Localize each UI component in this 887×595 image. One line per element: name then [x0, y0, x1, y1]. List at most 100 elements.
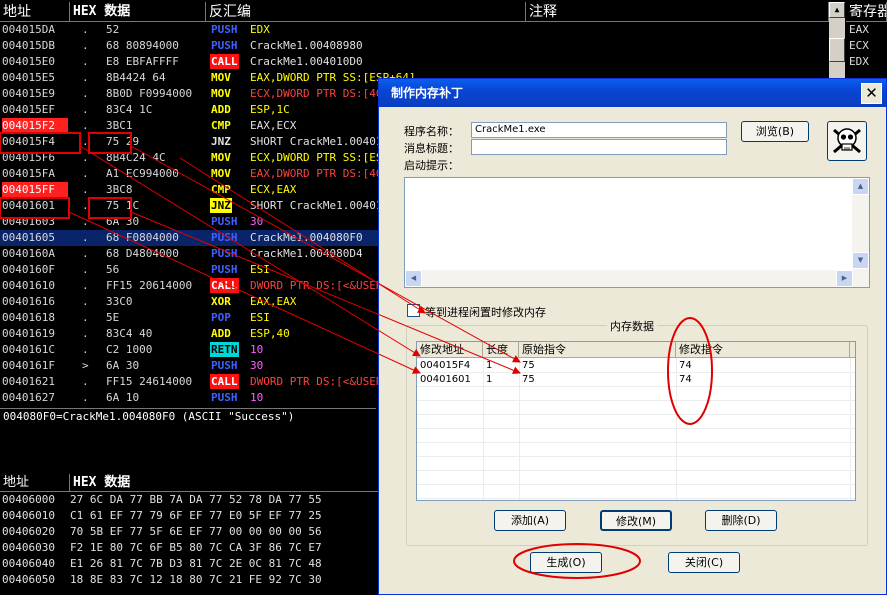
- row-marker: .: [82, 183, 89, 196]
- col-patch-address[interactable]: 修改地址: [417, 342, 483, 358]
- row-address: 00401605: [2, 231, 55, 244]
- row-mnemonic: CALL: [210, 54, 239, 69]
- message-title-input[interactable]: [471, 139, 727, 155]
- message-title-label: 消息标题：: [404, 142, 459, 155]
- row-operands: CrackMe1.004010D0: [250, 55, 363, 68]
- chevron-down-icon[interactable]: ▼: [852, 252, 869, 269]
- register-name[interactable]: ECX: [846, 38, 887, 54]
- row-marker: .: [82, 135, 89, 148]
- program-name-input[interactable]: CrackMe1.exe: [471, 122, 727, 138]
- row-address: 004015FF: [2, 182, 68, 198]
- patch-cell-addr[interactable]: 00401601: [417, 373, 471, 387]
- row-marker: .: [82, 295, 89, 308]
- modify-button[interactable]: 修改(M): [600, 510, 672, 531]
- dump-row[interactable]: 00406030 F2 1E 80 7C 6F B5 80 7C CA 3F 86…: [0, 540, 380, 556]
- disasm-row[interactable]: 004015DB. 68 80894000 PUSH CrackMe1.0040898…: [0, 38, 828, 54]
- row-address: 004015F6: [2, 151, 55, 164]
- register-name[interactable]: EAX: [846, 22, 887, 38]
- row-address: 004015DA: [2, 23, 55, 36]
- patch-cell-new[interactable]: 74: [676, 359, 692, 373]
- patch-cell-len[interactable]: 1: [483, 359, 492, 373]
- register-name[interactable]: EDX: [846, 54, 887, 70]
- row-address: 00401610: [2, 279, 55, 292]
- patch-cell-new[interactable]: 74: [676, 373, 692, 387]
- patch-cell-orig[interactable]: 75: [519, 373, 535, 387]
- row-hex: C2 1000: [106, 343, 153, 356]
- dump-address: 00406050: [2, 573, 55, 586]
- dump-bytes: 18 8E 83 7C 12 18 80 7C 21 FE 92 7C 30: [70, 573, 322, 586]
- row-hex: FF15 20614000: [106, 279, 193, 292]
- row-mnemonic: ADD: [211, 103, 231, 116]
- dump-bytes: F2 1E 80 7C 6F B5 80 7C CA 3F 86 7C E7: [70, 541, 322, 554]
- row-hex: 6A 30: [106, 359, 140, 372]
- browse-button[interactable]: 浏览(B): [741, 121, 809, 142]
- row-marker: .: [82, 327, 89, 340]
- dump-bytes: 27 6C DA 77 BB 7A DA 77 52 78 DA 77 55: [70, 493, 322, 506]
- patch-cell-orig[interactable]: 75: [519, 359, 535, 373]
- col-original[interactable]: 原始指令: [519, 342, 676, 358]
- row-marker: .: [82, 279, 89, 292]
- column-header-registers[interactable]: 寄存器: [846, 2, 887, 22]
- dump-address: 00406040: [2, 557, 55, 570]
- row-mnemonic: CALL: [210, 278, 239, 293]
- generate-button[interactable]: 生成(O): [530, 552, 602, 573]
- row-mnemonic: XOR: [211, 295, 231, 308]
- row-mnemonic: CMP: [211, 183, 231, 196]
- startup-hint-textarea[interactable]: ▲ ▼ ◀ ▶: [404, 177, 870, 288]
- column-header-disasm[interactable]: 反汇编: [206, 2, 526, 22]
- col-modified[interactable]: 修改指令: [676, 342, 850, 358]
- row-hex: 52: [106, 23, 120, 36]
- row-address: 00401621: [2, 375, 55, 388]
- row-mnemonic: JNZ: [211, 135, 231, 148]
- dump-row[interactable]: 00406050 18 8E 83 7C 12 18 80 7C 21 FE 92…: [0, 572, 380, 588]
- row-marker: .: [82, 71, 89, 84]
- row-address: 00401627: [2, 391, 55, 404]
- row-marker: .: [82, 231, 89, 244]
- add-button[interactable]: 添加(A): [494, 510, 566, 531]
- row-mnemonic: PUSH: [211, 23, 238, 36]
- hint-hscrollbar[interactable]: ◀ ▶: [405, 270, 853, 287]
- hex-dump-pane[interactable]: 00406000 27 6C DA 77 BB 7A DA 77 52 78 DA…: [0, 492, 380, 595]
- dump-row[interactable]: 00406010 C1 61 EF 77 79 6F EF 77 E0 5F EF…: [0, 508, 380, 524]
- row-address: 004015EF: [2, 103, 55, 116]
- skull-icon-button[interactable]: [827, 121, 867, 161]
- skull-icon: [833, 128, 861, 154]
- close-button[interactable]: 关闭(C): [668, 552, 740, 573]
- row-hex: 68 80894000: [106, 39, 179, 52]
- col-length[interactable]: 长度: [483, 342, 519, 358]
- column-header-address[interactable]: 地址: [0, 2, 70, 22]
- patch-cell-addr[interactable]: 004015F4: [417, 359, 470, 373]
- scroll-thumb[interactable]: [829, 38, 845, 62]
- column-header-hex[interactable]: HEX 数据: [70, 2, 206, 22]
- close-icon[interactable]: ✕: [861, 83, 882, 104]
- dump-header-hex[interactable]: HEX 数据: [70, 474, 380, 492]
- delete-button[interactable]: 删除(D): [705, 510, 777, 531]
- dump-header-address[interactable]: 地址: [0, 474, 70, 492]
- row-address: 00401618: [2, 311, 55, 324]
- chevron-left-icon[interactable]: ◀: [405, 270, 422, 287]
- column-header-comment[interactable]: 注释: [526, 2, 829, 22]
- hint-scrollbar[interactable]: ▲ ▼: [852, 178, 869, 287]
- dump-row[interactable]: 00406040 E1 26 81 7C 7B D3 81 7C 2E 0C 81…: [0, 556, 380, 572]
- row-mnemonic: MOV: [211, 71, 231, 84]
- patch-table[interactable]: 修改地址 长度 原始指令 修改指令 004015F4 1 75 74 00401601 1…: [416, 341, 856, 501]
- disasm-row[interactable]: 004015DA. 52 PUSH EDX: [0, 22, 828, 38]
- row-mnemonic: MOV: [211, 87, 231, 100]
- row-mnemonic: POP: [211, 311, 231, 324]
- memory-data-group-title: 内存数据: [607, 318, 657, 334]
- row-marker: .: [82, 167, 89, 180]
- row-address: 00401619: [2, 327, 55, 340]
- info-line: 004080F0=CrackMe1.004080F0 (ASCII "Succe…: [0, 408, 376, 424]
- row-hex: 6A 30: [106, 215, 140, 228]
- wait-idle-checkbox[interactable]: [407, 304, 420, 317]
- scroll-up-icon[interactable]: ▲: [829, 2, 845, 18]
- dump-row[interactable]: 00406020 70 5B EF 77 5F 6E EF 77 00 00 00…: [0, 524, 380, 540]
- patch-cell-len[interactable]: 1: [483, 373, 492, 387]
- dialog-title: 制作内存补丁: [379, 79, 886, 107]
- register-pane[interactable]: EAX ECX EDX: [846, 22, 887, 70]
- disasm-row[interactable]: 004015E0. E8 EBFAFFFF CALL CrackMe1.004010D…: [0, 54, 828, 70]
- dump-address: 00406030: [2, 541, 55, 554]
- chevron-right-icon[interactable]: ▶: [836, 270, 853, 287]
- dump-row[interactable]: 00406000 27 6C DA 77 BB 7A DA 77 52 78 DA…: [0, 492, 380, 508]
- chevron-up-icon[interactable]: ▲: [852, 178, 869, 195]
